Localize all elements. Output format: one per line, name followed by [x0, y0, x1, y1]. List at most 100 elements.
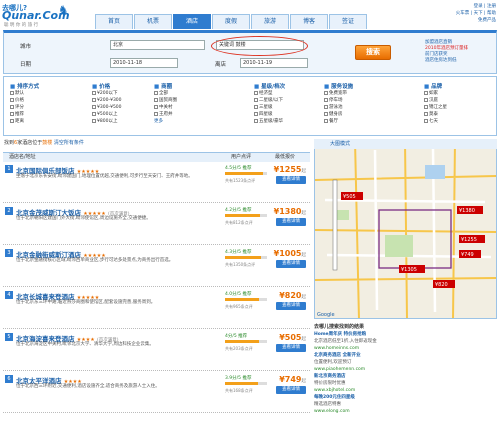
tab-home[interactable]: 首页: [95, 14, 133, 29]
city-input[interactable]: 北京: [110, 40, 205, 50]
review-count[interactable]: 共有812条点评: [225, 220, 253, 226]
filter-district: ■ 商圈 全部 国贸商圈 中关村 王府井 更多: [154, 82, 177, 125]
login-link[interactable]: 登录 | 注册: [456, 3, 496, 10]
hotel-rating[interactable]: 4.3分/5 推荐: [225, 249, 251, 255]
clear-filters-link[interactable]: 清空所有条件: [54, 140, 84, 146]
filter-option[interactable]: 推荐: [10, 111, 39, 118]
filter-option[interactable]: 中关村: [154, 104, 177, 111]
filter-option[interactable]: 免费宽带: [324, 90, 353, 97]
filter-option[interactable]: 王府井: [154, 111, 177, 118]
view-details-button[interactable]: 查看详情: [276, 260, 306, 268]
list-header: 酒店名/地址 用户点评 最低报价: [3, 152, 310, 162]
help-links[interactable]: 火车票 | 天下 | 帮助: [456, 10, 496, 17]
free-products-link[interactable]: 免费产品: [456, 17, 496, 24]
rating-bar-fill: [225, 214, 261, 217]
filter-option[interactable]: 四星级: [254, 111, 285, 118]
hotel-price: ¥1255起: [273, 165, 306, 174]
filter-option[interactable]: 锦江之星: [424, 104, 447, 111]
hotel-description: 坐落于北京东长安街,毗邻建国门,地理位置优越,交通便利,可步行至天安门、王府井等…: [16, 174, 193, 179]
review-count[interactable]: 共有1523条点评: [225, 178, 255, 184]
filter-option[interactable]: 经济型: [254, 90, 285, 97]
view-details-button[interactable]: 查看详情: [276, 218, 306, 226]
hotel-rating[interactable]: 4.2分/5 推荐: [225, 207, 251, 213]
filter-option[interactable]: 距离: [10, 118, 39, 125]
filter-option[interactable]: 游泳池: [324, 104, 353, 111]
hotel-row[interactable]: 1 北京国际俱乐部饭店 ★★★★★ 坐落于北京东长安街,毗邻建国门,地理位置优越,…: [3, 163, 310, 203]
map-mode-link[interactable]: 大图模式: [330, 141, 350, 147]
filter-option[interactable]: 汉庭: [424, 97, 447, 104]
filter-option[interactable]: ¥200以下: [92, 90, 122, 97]
ad-item[interactable]: 新北京商务酒店 特价房限时优惠 www.xbjhotel.com: [314, 373, 497, 394]
tab-blog[interactable]: 博客: [290, 14, 328, 29]
svg-text:¥1305: ¥1305: [401, 267, 417, 273]
filter-option[interactable]: 健身房: [324, 111, 353, 118]
filter-option[interactable]: 七天: [424, 118, 447, 125]
review-count[interactable]: 共有1350条点评: [225, 262, 255, 268]
hotel-row[interactable]: 5 北京海淀喜来登酒店 ★★★★ (首次满意) 位于北京海淀区中关村,毗邻北京大学、…: [3, 331, 310, 371]
hotel-row[interactable]: 4 北京长城喜来登酒店 ★★★★★ 位于北京东三环中路,临近燕莎商圈和使馆区,配套…: [3, 289, 310, 329]
filter-option[interactable]: 国贸商圈: [154, 97, 177, 104]
filter-option[interactable]: 全部: [154, 90, 177, 97]
tab-travel[interactable]: 旅游: [251, 14, 289, 29]
map-price-marker[interactable]: ¥505: [341, 192, 363, 200]
ad-item[interactable]: 每晚200元住四星级 精选酒店特惠 www.elong.com: [314, 394, 497, 415]
rating-bar-fill: [225, 172, 263, 175]
hotel-rating[interactable]: 4分/5 推荐: [225, 333, 247, 339]
filter-option[interactable]: ¥200-¥300: [92, 97, 122, 104]
result-place: 鼓楼: [42, 140, 53, 146]
filter-option[interactable]: 默认: [10, 90, 39, 97]
hotel-price: ¥505起: [279, 333, 306, 342]
filter-option[interactable]: ¥800以上: [92, 118, 122, 125]
hotel-row[interactable]: 6 北京太平洋酒店 ★★★★ 位于北京西三环附近,交通便利,酒店设施齐全,适合商务…: [3, 373, 310, 413]
filter-option[interactable]: 三星级: [254, 104, 285, 111]
map-canvas[interactable]: Google ¥505 ¥1380 ¥1305 ¥749 ¥1255 ¥820: [315, 140, 497, 319]
svg-text:¥749: ¥749: [461, 252, 474, 258]
col-rating[interactable]: 用户点评: [231, 153, 251, 162]
ad-item[interactable]: Home周年庆 特价房抢购 北京酒店低至1折,入住即返现金 www.homeinns…: [314, 331, 497, 352]
filter-option[interactable]: 停车场: [324, 97, 353, 104]
tab-flights[interactable]: 机票: [134, 14, 172, 29]
col-price[interactable]: 最低报价: [275, 153, 295, 162]
filter-panel: ■ 排序方式 默认 价格 评分 推荐 距离 ■ 价格 ¥200以下 ¥200-¥…: [3, 76, 497, 136]
map-price-marker[interactable]: ¥820: [433, 280, 455, 288]
hotel-price: ¥1380起: [273, 207, 306, 216]
filter-option[interactable]: 莫泰: [424, 111, 447, 118]
filter-option[interactable]: ¥500以上: [92, 111, 122, 118]
checkin-input[interactable]: 2010-11-18: [110, 58, 178, 68]
checkout-input[interactable]: 2010-11-19: [240, 58, 308, 68]
filter-option[interactable]: 更多: [154, 118, 177, 125]
filter-option[interactable]: 评分: [10, 104, 39, 111]
rating-bar-fill: [225, 340, 259, 343]
review-count[interactable]: 共有168条点评: [225, 388, 253, 394]
view-details-button[interactable]: 查看详情: [276, 176, 306, 184]
search-button[interactable]: 搜索: [355, 45, 391, 60]
review-count[interactable]: 共有203条点评: [225, 346, 253, 352]
tab-vacation[interactable]: 度假: [212, 14, 250, 29]
filter-option[interactable]: ¥300-¥500: [92, 104, 122, 111]
view-details-button[interactable]: 查看详情: [276, 386, 306, 394]
filter-option[interactable]: 价格: [10, 97, 39, 104]
tab-hotels[interactable]: 酒店: [173, 14, 211, 29]
filter-option[interactable]: 二星级/以下: [254, 97, 285, 104]
map-price-marker[interactable]: ¥1305: [399, 265, 425, 273]
ad-item[interactable]: 北京商务酒店 全新开业 位置便利,欢迎预订 www.piaohemenn.com: [314, 352, 497, 373]
hotel-row[interactable]: 3 北京金融街威斯汀酒店 ★★★★★ 位于北京金融街核心区域,毗邻西单商业区,步行…: [3, 247, 310, 287]
hotel-rating[interactable]: 4.5分/5 推荐: [225, 165, 251, 171]
tab-visa[interactable]: 签证: [329, 14, 367, 29]
review-count[interactable]: 共有965条点评: [225, 304, 253, 310]
hotel-rating[interactable]: 3.9分/5 推荐: [225, 375, 251, 381]
filter-option[interactable]: 五星级/豪华: [254, 118, 285, 125]
map-price-marker[interactable]: ¥1380: [457, 206, 483, 214]
map-price-marker[interactable]: ¥1255: [459, 235, 485, 243]
map-toolbar: 大图模式: [314, 139, 497, 149]
hotel-map[interactable]: Google ¥505 ¥1380 ¥1305 ¥749 ¥1255 ¥820: [314, 139, 497, 319]
hotel-row[interactable]: 2 北京金茂威斯汀大饭店 ★★★★★ (首次满意) 位于北京朝阳区建国门外大街,毗邻…: [3, 205, 310, 245]
hotel-description: 位于北京西三环附近,交通便利,酒店设施齐全,适合商务及旅游人士入住。: [16, 384, 160, 389]
hotel-rating[interactable]: 4.0分/5 推荐: [225, 291, 251, 297]
view-details-button[interactable]: 查看详情: [276, 302, 306, 310]
filter-option[interactable]: 如家: [424, 90, 447, 97]
view-details-button[interactable]: 查看详情: [276, 344, 306, 352]
result-summary: 找到6家酒店位于鼓楼 清空所有条件: [4, 140, 84, 146]
map-price-marker[interactable]: ¥749: [459, 250, 481, 258]
filter-option[interactable]: 餐厅: [324, 118, 353, 125]
